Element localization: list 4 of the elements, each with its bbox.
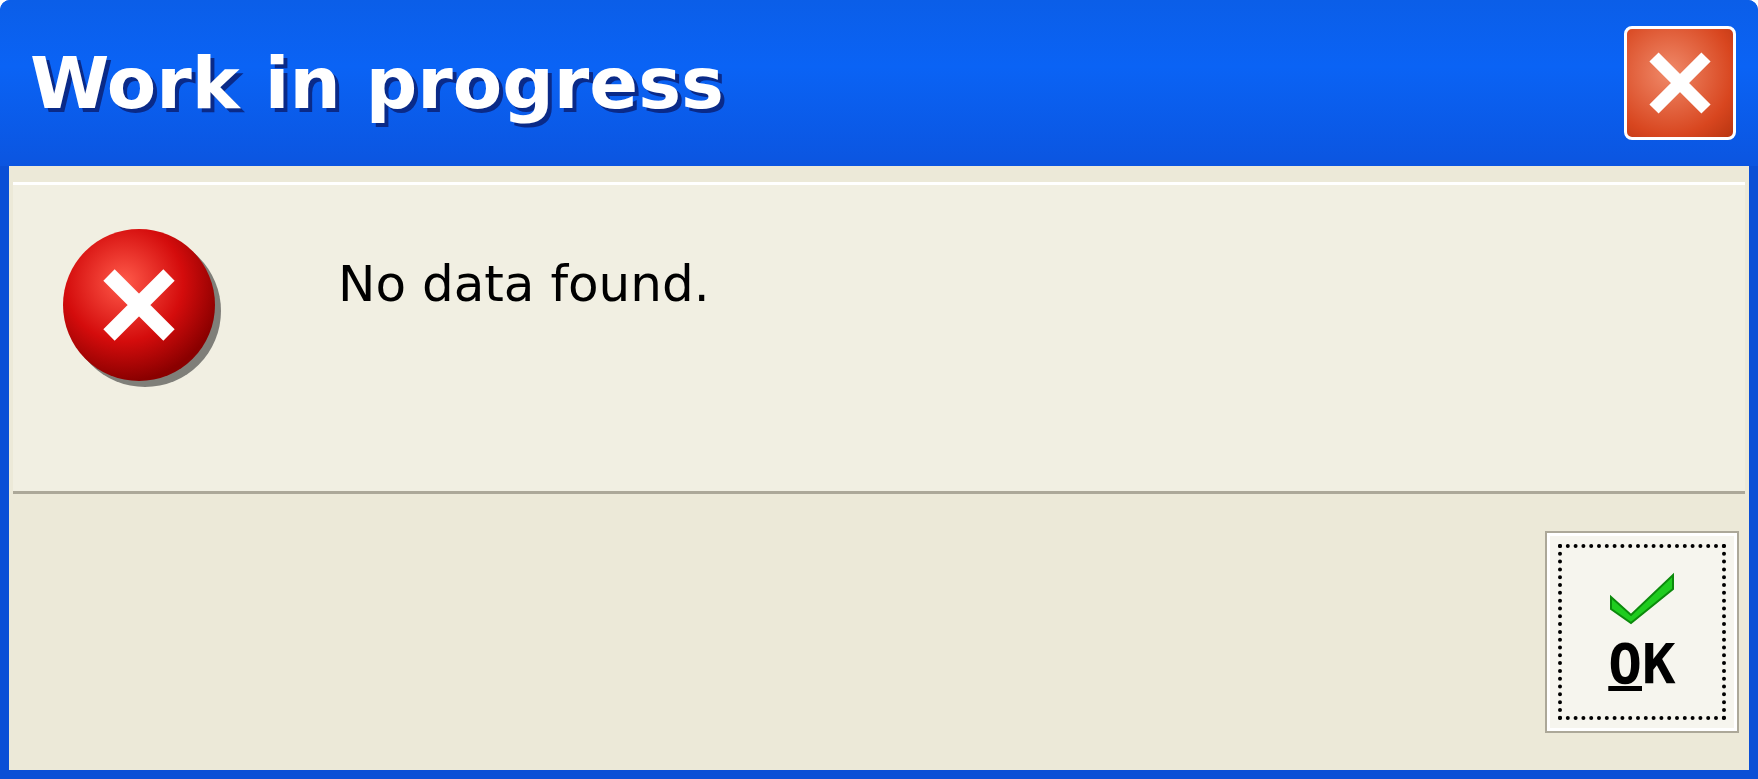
close-button[interactable] bbox=[1624, 26, 1736, 140]
ok-button[interactable]: OK bbox=[1547, 533, 1737, 731]
window-title: Work in progress bbox=[30, 41, 724, 125]
message-text: No data found. bbox=[338, 255, 710, 313]
